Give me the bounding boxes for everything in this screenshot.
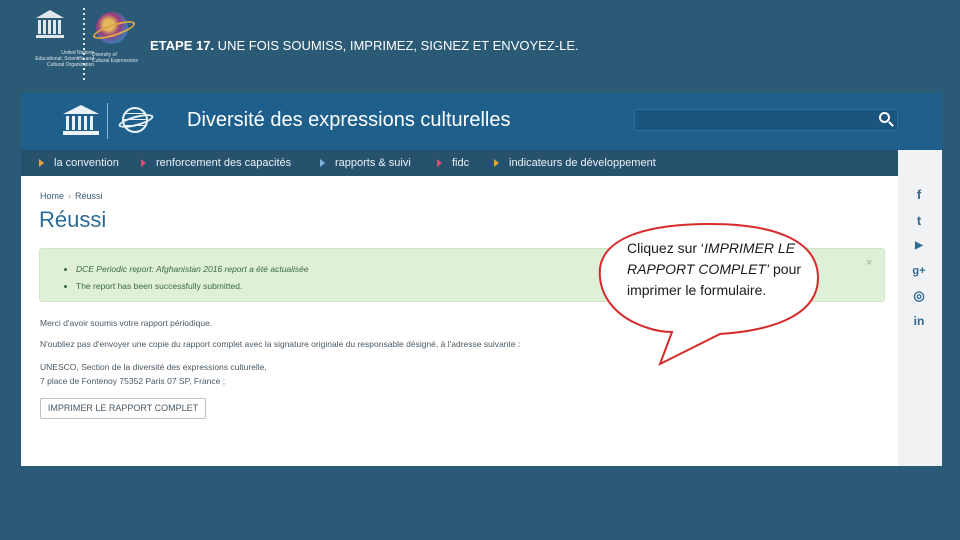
site-title[interactable]: Diversité des expressions culturelles bbox=[187, 109, 510, 132]
thanks-text: Merci d'avoir soumis votre rapport pério… bbox=[40, 318, 213, 328]
print-full-report-button[interactable]: IMPRIMER LE RAPPORT COMPLET bbox=[40, 398, 206, 419]
unesco-logo-icon[interactable] bbox=[63, 105, 99, 137]
nav-arrow-icon bbox=[141, 159, 146, 168]
main-nav: la convention renforcement des capacités… bbox=[21, 150, 898, 176]
page-title: Réussi bbox=[39, 207, 107, 232]
nav-arrow-icon bbox=[39, 159, 44, 168]
nav-item-rapports[interactable]: rapports & suivi bbox=[320, 150, 411, 176]
nav-item-fidc[interactable]: fidc bbox=[437, 150, 469, 176]
close-icon[interactable]: × bbox=[866, 257, 872, 269]
alert-item: The report has been successfully submitt… bbox=[76, 278, 309, 295]
slide-title-step: ETAPE 17. bbox=[150, 38, 215, 53]
slide-header: United Nations Educational, Scientific a… bbox=[0, 0, 960, 88]
nav-item-indicateurs[interactable]: indicateurs de développement bbox=[494, 150, 656, 176]
header-divider bbox=[107, 103, 108, 139]
diversity-name: Diversity of Cultural Expressions bbox=[92, 52, 138, 64]
unesco-temple-icon bbox=[36, 10, 64, 40]
search-input[interactable] bbox=[634, 109, 898, 131]
unesco-name: United Nations Educational, Scientific a… bbox=[35, 50, 94, 68]
globe-logo-icon[interactable] bbox=[117, 105, 155, 137]
alert-item: DCE Periodic report: Afghanistan 2016 re… bbox=[76, 261, 309, 278]
address-line-2: 7 place de Fontenoy 75352 Paris 07 SP, F… bbox=[40, 376, 226, 386]
alert-list: DCE Periodic report: Afghanistan 2016 re… bbox=[76, 261, 309, 295]
youtube-icon[interactable]: ▶ bbox=[910, 237, 928, 255]
site-header: Diversité des expressions culturelles bbox=[21, 93, 942, 150]
nav-item-convention[interactable]: la convention bbox=[39, 150, 119, 176]
instagram-icon[interactable]: ◎ bbox=[910, 287, 928, 305]
linkedin-icon[interactable]: in bbox=[910, 312, 928, 330]
callout-text: Cliquez sur ‘IMPRIMER LE RAPPORT COMPLET… bbox=[627, 240, 802, 298]
search-icon[interactable] bbox=[879, 112, 895, 128]
unesco-logo: United Nations Educational, Scientific a… bbox=[14, 10, 94, 76]
reminder-text: N'oubliez pas d'envoyer une copie du rap… bbox=[40, 339, 521, 349]
nav-arrow-icon bbox=[494, 159, 499, 168]
breadcrumb-separator: › bbox=[68, 191, 72, 201]
google-plus-icon[interactable]: g+ bbox=[910, 262, 928, 280]
social-sidebar: f t ▶ g+ ◎ in bbox=[898, 150, 942, 466]
slide-title: ETAPE 17. UNE FOIS SOUMISS, IMPRIMEZ, SI… bbox=[150, 38, 579, 53]
nav-item-renforcement[interactable]: renforcement des capacités bbox=[141, 150, 291, 176]
slide-title-text: UNE FOIS SOUMISS, IMPRIMEZ, SIGNEZ ET EN… bbox=[214, 38, 579, 53]
twitter-icon[interactable]: t bbox=[910, 212, 928, 230]
nav-arrow-icon bbox=[437, 159, 442, 168]
breadcrumb-current: Réussi bbox=[75, 191, 103, 201]
logo-divider bbox=[83, 8, 85, 80]
breadcrumb-home[interactable]: Home bbox=[40, 191, 64, 201]
nav-arrow-icon bbox=[320, 159, 325, 168]
address-line-1: UNESCO, Section de la diversité des expr… bbox=[40, 362, 267, 372]
facebook-icon[interactable]: f bbox=[910, 186, 928, 204]
diversity-logo: Diversity of Cultural Expressions bbox=[91, 12, 142, 76]
breadcrumb: Home › Réussi bbox=[40, 191, 103, 201]
